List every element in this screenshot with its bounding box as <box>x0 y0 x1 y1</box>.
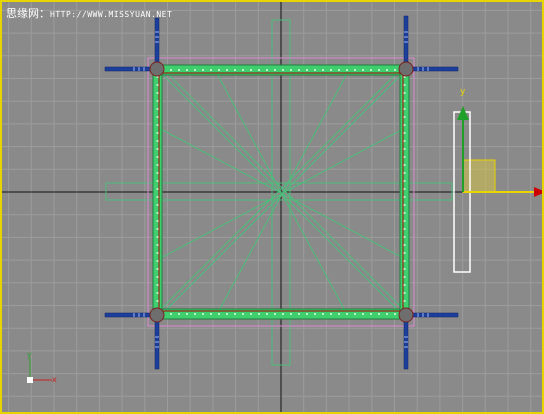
watermark-brand: 思缘网： <box>6 7 50 20</box>
gizmo-x-arrow[interactable] <box>534 187 544 197</box>
gizmo-xy-plane[interactable] <box>462 159 496 193</box>
watermark-url: HTTP://WWW.MISSYUAN.NET <box>50 10 173 19</box>
top-viewport[interactable]: y y x 思缘网：HTTP://WWW.MISSYUAN.NET <box>0 0 544 414</box>
gizmo-y-label: y <box>460 87 466 97</box>
site-watermark: 思缘网：HTTP://WWW.MISSYUAN.NET <box>6 8 172 21</box>
gizmo-y-arrow[interactable] <box>457 106 469 120</box>
tripod-x-label: x <box>52 375 57 384</box>
viewport-scene[interactable]: y y x <box>2 2 544 414</box>
tripod-y-label: y <box>27 350 32 359</box>
construction-grid <box>2 2 542 412</box>
